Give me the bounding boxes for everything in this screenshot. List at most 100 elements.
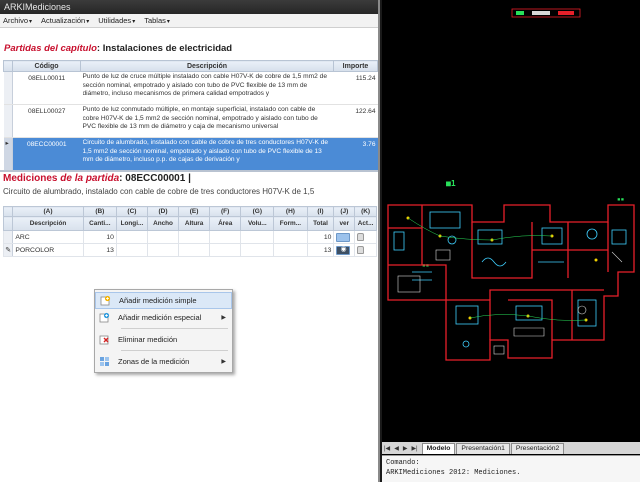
cell-altura[interactable] <box>178 230 211 244</box>
header-descripcion[interactable]: Descripción <box>80 60 334 72</box>
mediciones-description: Circuito de alumbrado, instalado con cab… <box>3 187 315 196</box>
row-code: 08ECC00001 <box>12 137 81 171</box>
table-row-selected[interactable]: ▸ 08ECC00001 Circuito de alumbrado, inst… <box>3 137 378 171</box>
view-in-drawing-button[interactable] <box>336 245 351 255</box>
header-total[interactable]: Total <box>306 216 335 231</box>
col-letter-c: (C) <box>115 206 148 217</box>
header-codigo[interactable]: Código <box>12 60 81 72</box>
floor-plan-drawing[interactable]: ■1 ▪▪ ▪▪ <box>382 0 640 440</box>
lock-icon[interactable] <box>357 233 365 241</box>
menu-tablas-label: Tablas <box>144 16 166 25</box>
zones-icon <box>99 356 110 367</box>
tab-nav-prev-icon[interactable]: ◀ <box>394 445 399 452</box>
cell-descripcion[interactable]: PORCOLOR <box>12 243 84 257</box>
table-row[interactable]: 08ELL00011 Punto de luz de cruce múltipl… <box>3 71 378 105</box>
col-letter-d: (D) <box>146 206 180 217</box>
header-descripcion[interactable]: Descripción <box>12 216 84 231</box>
cell-actualizar[interactable] <box>354 230 377 244</box>
cell-cantidad[interactable]: 10 <box>82 230 117 244</box>
view-in-drawing-button[interactable] <box>336 232 351 242</box>
header-ancho[interactable]: Ancho <box>146 216 180 231</box>
header-actualizar[interactable]: Act... <box>354 216 377 231</box>
menu-archivo[interactable]: Archivo▾ <box>3 16 32 25</box>
cell-volumen[interactable] <box>240 243 275 257</box>
partidas-title-colon: : <box>96 43 101 54</box>
floor-plan-fixtures <box>393 211 627 348</box>
menu-item-label: Zonas de la medición <box>118 357 190 366</box>
mediciones-title: Mediciones de la partida: 08ECC00001 | <box>0 170 378 184</box>
row-marker <box>2 230 14 244</box>
mediciones-grid: (A) (B) (C) (D) (E) (F) (G) (H) (I) (J) … <box>2 206 377 257</box>
partidas-title: Partidas del capítulo: Instalaciones de … <box>0 41 236 56</box>
row-description-text: Circuito de alumbrado, instalado con cab… <box>82 139 329 163</box>
row-amount: 122.64 <box>333 104 378 138</box>
tab-nav-last-icon[interactable]: ▶| <box>411 445 417 452</box>
header-formula[interactable]: Form... <box>273 216 308 231</box>
cell-altura[interactable] <box>178 243 211 257</box>
mediciones-label-partida: de la partida <box>60 173 120 184</box>
col-letter-b: (B) <box>82 206 117 217</box>
table-row[interactable]: 08ELL00027 Punto de luz conmutado múltip… <box>3 104 378 138</box>
add-simple-icon <box>100 295 111 306</box>
menu-item-label: Añadir medición simple <box>119 296 197 305</box>
menu-item-label: Añadir medición especial <box>118 313 202 322</box>
header-volumen[interactable]: Volu... <box>240 216 275 231</box>
command-console[interactable]: Comando: ARKIMediciones 2012: Mediciones… <box>382 455 640 482</box>
row-marker-edit-icon: ✎ <box>2 243 14 257</box>
row-code: 08ELL00011 <box>12 71 81 105</box>
menu-item-add-simple[interactable]: Añadir medición simple <box>95 292 232 309</box>
svg-text:■1: ■1 <box>446 179 456 188</box>
header-longitud[interactable]: Longi... <box>115 216 148 231</box>
tab-nav-next-icon[interactable]: ▶ <box>403 445 408 452</box>
electrical-wiring <box>407 217 587 321</box>
console-line-output: ARKIMediciones 2012: Mediciones. <box>386 469 521 477</box>
menu-item-add-special[interactable]: Añadir medición especial ▶ <box>95 309 232 326</box>
cell-longitud[interactable] <box>115 243 148 257</box>
row-amount: 3.76 <box>333 137 378 171</box>
cell-longitud[interactable] <box>115 230 148 244</box>
cell-area[interactable] <box>209 230 242 244</box>
menu-utilidades[interactable]: Utilidades▾ <box>98 16 135 25</box>
cell-actualizar[interactable] <box>354 243 377 257</box>
table-row[interactable]: ARC 10 10 <box>2 230 377 244</box>
arkimediciones-window: ARKIMediciones Archivo▾ Actualización▾ U… <box>0 0 380 482</box>
cell-ancho[interactable] <box>146 230 180 244</box>
header-ver[interactable]: ver <box>333 216 356 231</box>
col-letter-j: (J) <box>333 206 356 217</box>
lock-icon[interactable] <box>357 246 365 254</box>
row-marker-current: ▸ <box>3 137 13 171</box>
row-description-text: Punto de luz conmutado múltiple, en mont… <box>82 106 318 130</box>
green-annotation-text: ■1 ▪▪ ▪▪ <box>422 179 624 269</box>
header-altura[interactable]: Altura <box>178 216 211 231</box>
cell-volumen[interactable] <box>240 230 275 244</box>
table-row[interactable]: ✎ PORCOLOR 13 13 <box>2 243 377 257</box>
cell-ver[interactable] <box>333 230 356 244</box>
tab-presentacion2[interactable]: Presentación2 <box>510 442 565 454</box>
header-area[interactable]: Área <box>209 216 242 231</box>
menu-actualizacion[interactable]: Actualización▾ <box>41 16 89 25</box>
tab-presentacion1[interactable]: Presentación1 <box>456 442 510 454</box>
menu-actualizacion-label: Actualización <box>41 16 86 25</box>
cell-cantidad[interactable]: 13 <box>82 243 117 257</box>
menu-item-delete[interactable]: Eliminar medición <box>95 331 232 348</box>
row-marker <box>3 71 13 105</box>
chevron-down-icon: ▾ <box>132 19 136 25</box>
cell-area[interactable] <box>209 243 242 257</box>
menu-item-zones[interactable]: Zonas de la medición ▶ <box>95 353 232 370</box>
header-importe[interactable]: Importe <box>333 60 378 72</box>
cell-ver[interactable] <box>333 243 356 257</box>
submenu-arrow-icon: ▶ <box>221 315 226 321</box>
tab-modelo[interactable]: Modelo <box>421 442 456 454</box>
mediciones-heading: Mediciones de la partida: 08ECC00001 | <box>0 173 378 184</box>
cell-descripcion[interactable]: ARC <box>12 230 84 244</box>
menu-tablas[interactable]: Tablas▾ <box>144 16 170 25</box>
add-special-icon <box>99 312 110 323</box>
cell-ancho[interactable] <box>146 243 180 257</box>
chevron-down-icon: ▾ <box>86 19 90 25</box>
header-marker <box>3 60 13 72</box>
menu-separator <box>121 350 228 351</box>
cell-formula[interactable] <box>273 230 308 244</box>
tab-nav-first-icon[interactable]: |◀ <box>384 445 390 452</box>
cell-formula[interactable] <box>273 243 308 257</box>
header-cantidad[interactable]: Canti... <box>82 216 117 231</box>
